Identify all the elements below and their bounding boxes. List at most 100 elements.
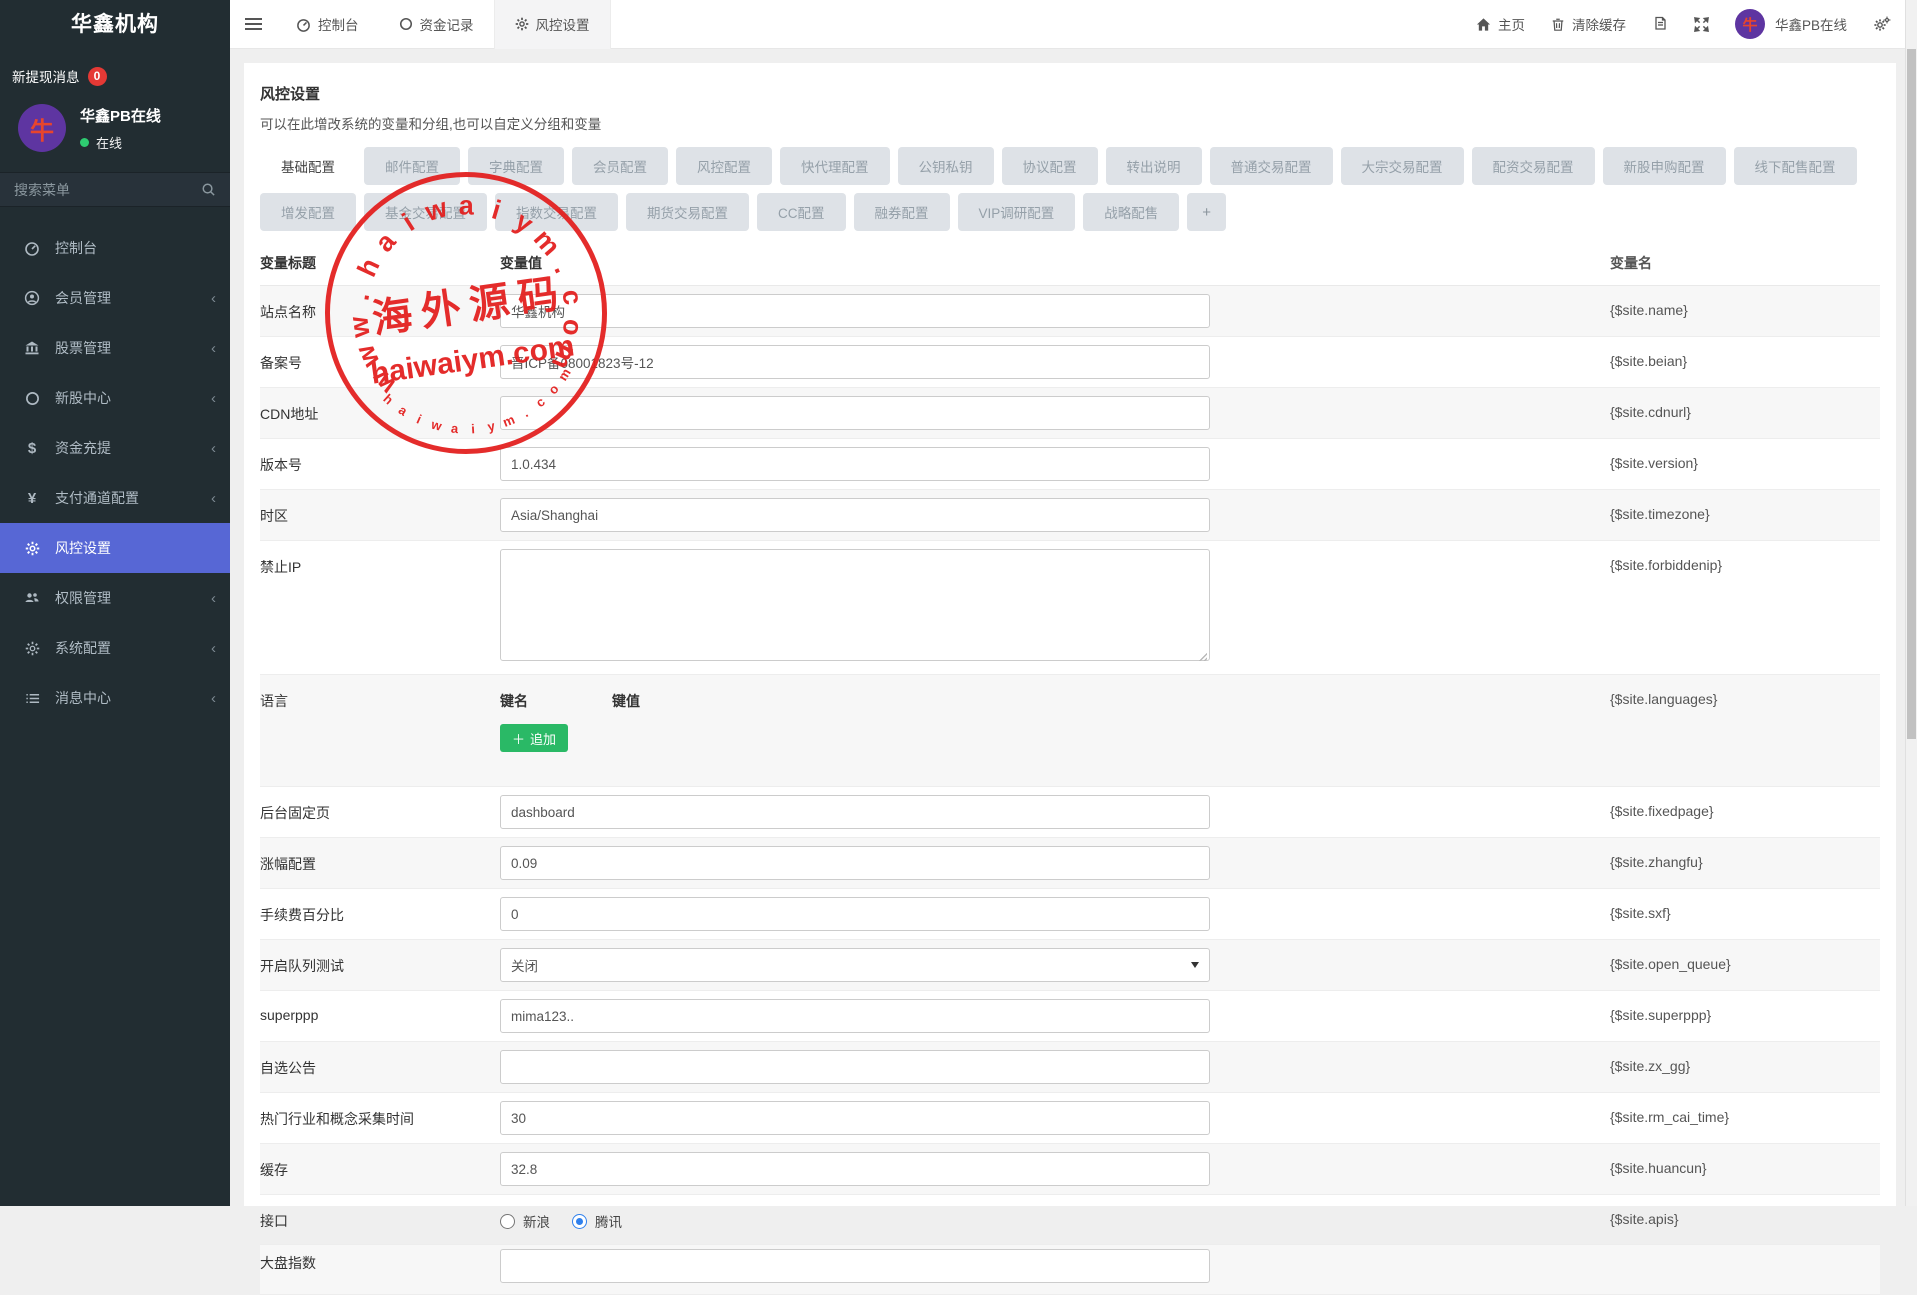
site-name-input[interactable]: [500, 294, 1210, 328]
cdn-url-input[interactable]: [500, 396, 1210, 430]
sidebar-item-dashboard[interactable]: 控制台: [0, 223, 230, 273]
topbar-tab-risk-settings[interactable]: 风控设置: [494, 0, 611, 49]
sidebar-item-label: 风控设置: [55, 538, 111, 558]
tab-strategic-placement[interactable]: 战略配售: [1083, 193, 1179, 231]
search-icon[interactable]: [201, 182, 216, 197]
row-label: 手续费百分比: [260, 897, 500, 925]
table-row: 版本号 {$site.version}: [260, 439, 1880, 490]
table-row: 手续费百分比 {$site.sxf}: [260, 889, 1880, 940]
col-header-label: 变量标题: [260, 253, 500, 273]
topbar-user-menu[interactable]: 牛 华鑫PB在线: [1735, 9, 1847, 39]
tab-fund-trade-config[interactable]: 基金交易配置: [364, 193, 487, 231]
sidebar-item-risk-settings[interactable]: 风控设置: [0, 523, 230, 573]
notice-count-badge: 0: [88, 67, 107, 86]
tab-futures-trade-config[interactable]: 期货交易配置: [626, 193, 749, 231]
chevron-left-icon: ‹: [211, 690, 216, 707]
yen-icon: ¥: [22, 490, 42, 507]
topbar-tab-label: 资金记录: [420, 14, 474, 34]
sidebar-item-permissions[interactable]: 权限管理 ‹: [0, 573, 230, 623]
config-tabs-row1: 基础配置 邮件配置 字典配置 会员配置 风控配置 快代理配置 公钥私钥 协议配置…: [244, 133, 1896, 231]
home-link[interactable]: 主页: [1476, 14, 1525, 34]
tab-additional-issue-config[interactable]: 增发配置: [260, 193, 356, 231]
sidebar-item-label: 权限管理: [55, 588, 111, 608]
fixed-page-input[interactable]: [500, 795, 1210, 829]
document-icon[interactable]: [1652, 16, 1668, 32]
withdraw-notice[interactable]: 新提现消息 0: [0, 50, 230, 92]
partial-row-input[interactable]: [500, 1249, 1210, 1283]
watchlist-notice-input[interactable]: [500, 1050, 1210, 1084]
price-limit-input[interactable]: [500, 846, 1210, 880]
tab-index-trade-config[interactable]: 指数交易配置: [495, 193, 618, 231]
append-language-button[interactable]: ＋追加: [500, 724, 568, 752]
row-label: 备案号: [260, 345, 500, 373]
chevron-left-icon: ‹: [211, 340, 216, 357]
forbidden-ip-textarea[interactable]: [500, 549, 1210, 661]
fee-percent-input[interactable]: [500, 897, 1210, 931]
tab-mail-config[interactable]: 邮件配置: [364, 147, 460, 185]
sidebar-item-payment-channels[interactable]: ¥ 支付通道配置 ‹: [0, 473, 230, 523]
queue-test-select[interactable]: 关闭: [500, 948, 1210, 982]
table-row: 热门行业和概念采集时间 {$site.rm_cai_time}: [260, 1093, 1880, 1144]
topbar-tab-dashboard[interactable]: 控制台: [276, 0, 379, 49]
api-radio-group: 新浪 腾讯: [500, 1203, 1610, 1231]
table-row: CDN地址 {$site.cdnurl}: [260, 388, 1880, 439]
version-input[interactable]: [500, 447, 1210, 481]
tab-risk-config[interactable]: 风控配置: [676, 147, 772, 185]
row-var: {$site.sxf}: [1610, 897, 1880, 921]
tab-offline-placement-config[interactable]: 线下配售配置: [1734, 147, 1857, 185]
vertical-scrollbar[interactable]: [1905, 0, 1917, 1206]
avatar: 牛: [1735, 9, 1765, 39]
add-group-button[interactable]: +: [1187, 193, 1226, 231]
clear-cache-link[interactable]: 清除缓存: [1551, 14, 1626, 34]
radio-sina[interactable]: [500, 1214, 515, 1229]
bank-icon: [22, 340, 42, 356]
topbar-tab-label: 风控设置: [536, 14, 590, 34]
sidebar-item-system-config[interactable]: 系统配置 ‹: [0, 623, 230, 673]
row-label: superppp: [260, 999, 500, 1023]
tab-margin-trade-config[interactable]: 配资交易配置: [1472, 147, 1595, 185]
tab-proxy-config[interactable]: 快代理配置: [780, 147, 890, 185]
row-var: {$site.zhangfu}: [1610, 846, 1880, 870]
table-row: 后台固定页 {$site.fixedpage}: [260, 787, 1880, 838]
tab-basic-config[interactable]: 基础配置: [260, 147, 356, 185]
tab-vip-research-config[interactable]: VIP调研配置: [958, 193, 1076, 231]
row-label: 自选公告: [260, 1050, 500, 1078]
home-label: 主页: [1498, 14, 1525, 34]
table-row: 缓存 {$site.huancun}: [260, 1144, 1880, 1195]
settings-gears-icon[interactable]: [1873, 16, 1891, 32]
tab-ipo-subscribe-config[interactable]: 新股申购配置: [1603, 147, 1726, 185]
tab-transfer-note[interactable]: 转出说明: [1106, 147, 1202, 185]
sidebar-toggle-button[interactable]: [230, 0, 276, 49]
sidebar-item-funds[interactable]: $ 资金充提 ‹: [0, 423, 230, 473]
tab-block-trade-config[interactable]: 大宗交易配置: [1341, 147, 1464, 185]
radio-tencent[interactable]: [572, 1214, 587, 1229]
tab-cc-config[interactable]: CC配置: [757, 193, 846, 231]
topbar-tab-fund-records[interactable]: 资金记录: [379, 0, 494, 49]
row-label: 大盘指数: [260, 1249, 500, 1273]
cache-input[interactable]: [500, 1152, 1210, 1186]
table-row: 接口 新浪 腾讯 {$site.apis}: [260, 1195, 1880, 1245]
tab-normal-trade-config[interactable]: 普通交易配置: [1210, 147, 1333, 185]
sidebar-item-message-center[interactable]: 消息中心 ‹: [0, 673, 230, 723]
tab-dictionary-config[interactable]: 字典配置: [468, 147, 564, 185]
row-label: 接口: [260, 1203, 500, 1231]
sidebar-item-ipo-center[interactable]: 新股中心 ‹: [0, 373, 230, 423]
dashboard-icon: [22, 240, 42, 256]
timezone-input[interactable]: [500, 498, 1210, 532]
fullscreen-icon[interactable]: [1694, 17, 1709, 32]
tab-member-config[interactable]: 会员配置: [572, 147, 668, 185]
superppp-input[interactable]: [500, 999, 1210, 1033]
circle-icon: [22, 391, 42, 406]
tab-keys-config[interactable]: 公钥私钥: [898, 147, 994, 185]
chevron-left-icon: ‹: [211, 290, 216, 307]
search-input[interactable]: [14, 182, 201, 198]
sidebar-item-stocks[interactable]: 股票管理 ‹: [0, 323, 230, 373]
scrollbar-thumb[interactable]: [1907, 49, 1916, 739]
table-row: 自选公告 {$site.zx_gg}: [260, 1042, 1880, 1093]
icp-number-input[interactable]: [500, 345, 1210, 379]
hot-collect-time-input[interactable]: [500, 1101, 1210, 1135]
sidebar-item-members[interactable]: 会员管理 ‹: [0, 273, 230, 323]
table-row: 开启队列测试 关闭 {$site.open_queue}: [260, 940, 1880, 991]
tab-protocol-config[interactable]: 协议配置: [1002, 147, 1098, 185]
tab-short-sell-config[interactable]: 融券配置: [854, 193, 950, 231]
